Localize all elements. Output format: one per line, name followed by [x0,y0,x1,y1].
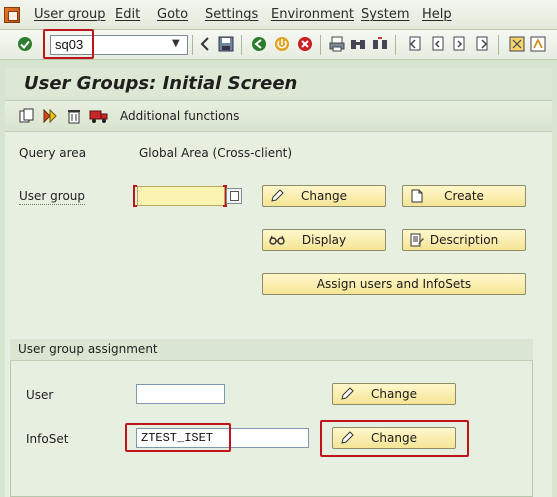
change-button-label: Change [301,189,347,203]
enter-icon[interactable] [17,36,33,52]
application-toolbar [5,100,552,132]
menu-bar: User group Edit Goto Settings Environmen… [0,0,557,30]
query-area-value: Global Area (Cross-client) [139,146,293,160]
print-icon[interactable] [329,36,345,52]
user-label: User [26,388,54,402]
menu-goto[interactable]: Goto [157,7,188,22]
new-document-icon [409,189,425,203]
toolbar-separator [320,35,321,55]
menu-settings[interactable]: Settings [205,7,258,22]
user-group-assignment-title: User group assignment [10,339,533,361]
chevron-down-icon[interactable]: ▼ [172,38,180,49]
assign-users-infosets-button[interactable]: Assign users and InfoSets [262,273,526,295]
toolbar-separator [241,35,242,55]
back-icon[interactable] [197,36,213,52]
toolbar-separator [395,35,396,55]
last-page-icon[interactable] [475,36,491,52]
menu-help[interactable]: Help [422,7,452,22]
find-next-icon[interactable] [372,36,388,52]
prev-page-icon[interactable] [429,36,445,52]
sap-menu-icon[interactable] [4,7,20,23]
display-button-label: Display [301,233,347,247]
menu-user-group[interactable]: User group [34,7,106,22]
user-change-label: Change [371,387,417,401]
user-input[interactable] [136,384,225,404]
layout-icon[interactable] [509,36,525,52]
create-button-label: Create [444,189,484,203]
infoset-change-highlight [320,420,469,457]
find-icon[interactable] [350,36,366,52]
execute-icon[interactable] [42,108,58,124]
create-button[interactable]: Create [402,185,526,207]
toolbar-separator [498,35,499,55]
value-help-icon[interactable] [226,188,242,204]
help-icon[interactable] [530,36,546,52]
user-group-input[interactable] [137,186,225,206]
menu-edit[interactable]: Edit [115,7,140,22]
assign-button-label: Assign users and InfoSets [316,277,472,291]
first-page-icon[interactable] [406,36,422,52]
save-icon[interactable] [218,36,234,52]
menu-system[interactable]: System [361,7,409,22]
document-edit-icon [409,233,425,247]
pencil-icon [269,189,285,203]
pencil-icon [339,387,355,401]
additional-functions-button[interactable]: Additional functions [120,109,239,123]
cancel-icon[interactable] [297,36,313,52]
glasses-icon [269,233,285,247]
query-area-label: Query area [19,146,87,160]
infoset-label: InfoSet [26,432,69,446]
green-back-icon[interactable] [251,36,267,52]
menu-environment[interactable]: Environment [271,7,354,22]
next-page-icon[interactable] [452,36,468,52]
delete-icon[interactable] [66,108,82,124]
user-group-assignment-box [10,339,533,497]
exit-icon[interactable] [274,36,290,52]
description-button-label: Description [429,233,499,247]
toolbar-separator [192,35,193,55]
page-title: User Groups: Initial Screen [24,73,298,94]
user-change-button[interactable]: Change [332,383,456,405]
display-button[interactable]: Display [262,229,386,251]
infoset-highlight [125,423,231,452]
change-button[interactable]: Change [262,185,386,207]
required-marker [133,185,137,207]
command-highlight [43,29,94,59]
user-group-label: User group [19,189,86,205]
description-button[interactable]: Description [402,229,526,251]
transport-icon[interactable] [89,108,109,124]
copy-icon[interactable] [19,108,35,124]
